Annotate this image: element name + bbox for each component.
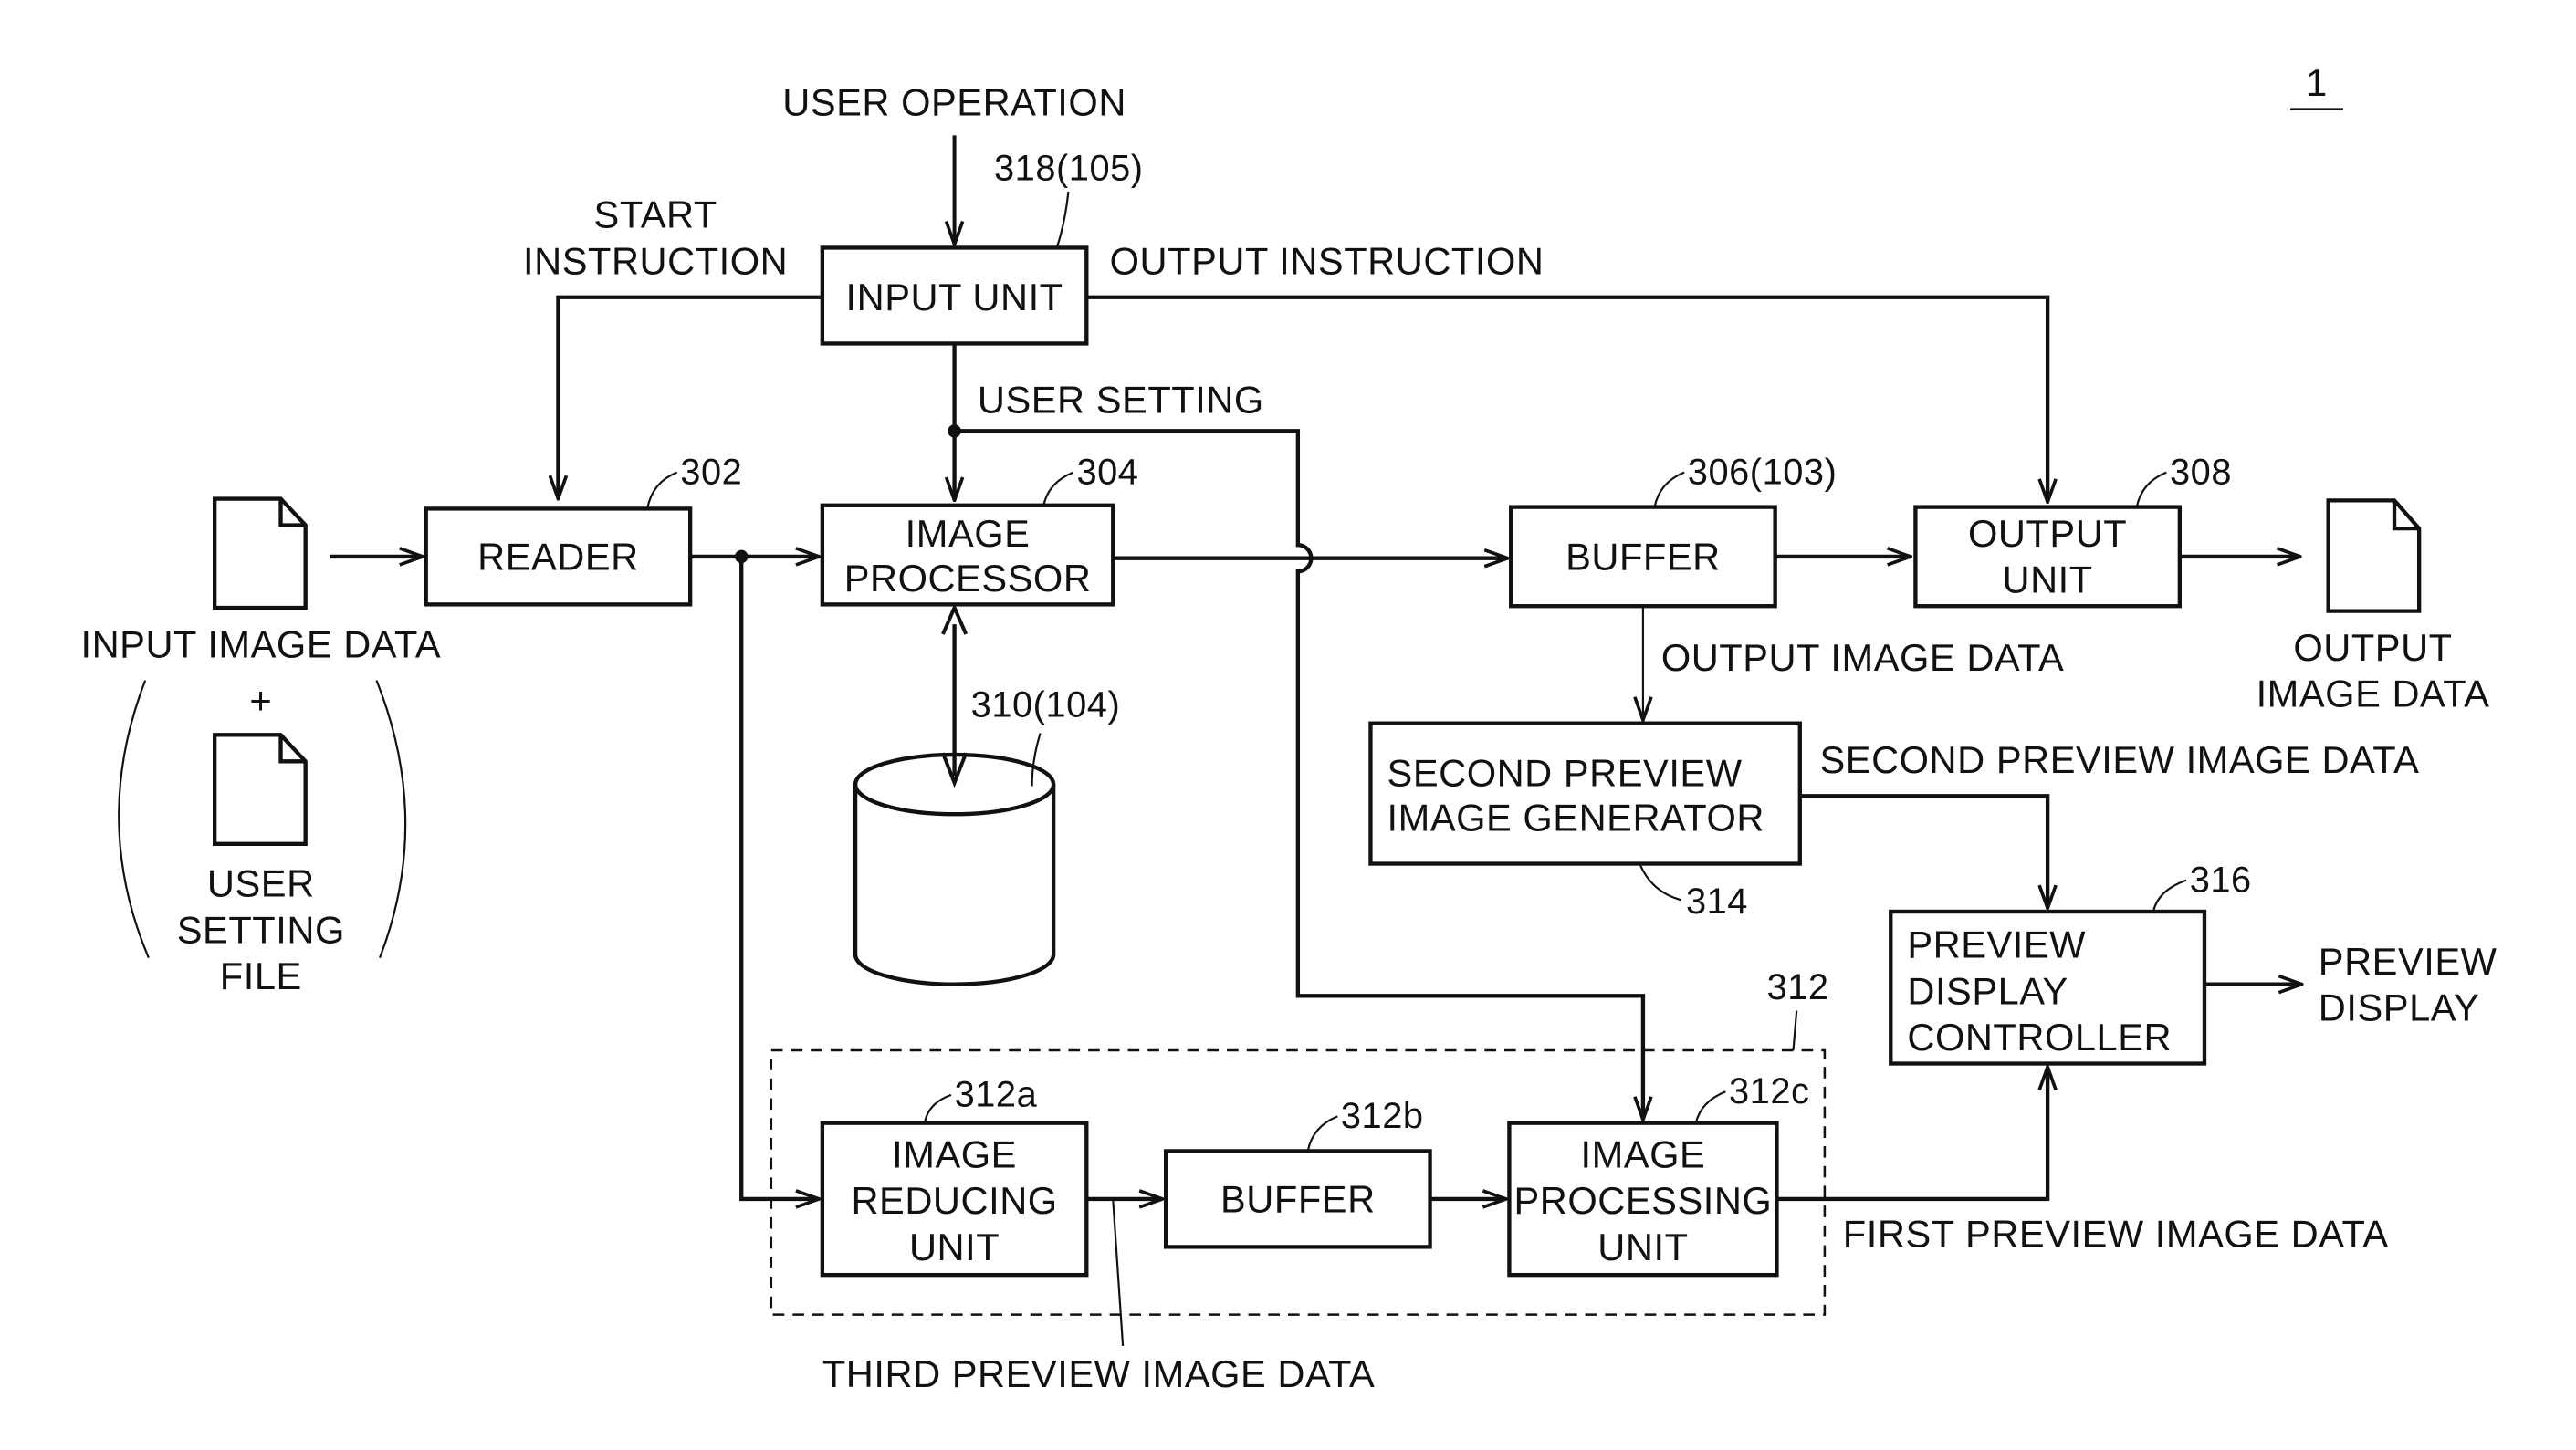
image-processor-label-2: PROCESSOR (844, 557, 1092, 600)
buffer-label: BUFFER (1565, 535, 1721, 578)
image-reducing-unit-block: IMAGE REDUCING UNIT (820, 1121, 1089, 1278)
second-preview-generator-label-1: SECOND PREVIEW (1387, 751, 1743, 794)
input-unit-ref: 318(105) (994, 148, 1144, 188)
image-processor-block: IMAGE PROCESSOR (820, 503, 1115, 607)
first-preview-group-ref: 312 (1767, 967, 1829, 1007)
start-instruction-label-1: START (594, 193, 717, 236)
buffer-ref-leader (1653, 471, 1685, 507)
reader-label: READER (477, 535, 639, 578)
preview-display-controller-label-3: CONTROLLER (1907, 1016, 2172, 1059)
output-unit-label-2: UNIT (2003, 558, 2093, 601)
reader-ref-leader (646, 471, 678, 509)
output-image-data-right-label-2: IMAGE DATA (2257, 673, 2490, 715)
preview-display-label-1: PREVIEW (2319, 940, 2497, 983)
user-setting-file-label-3: FILE (220, 954, 302, 997)
figure-label: 1 (2306, 61, 2328, 104)
image-reducing-unit-ref-leader (923, 1093, 952, 1123)
preview-display-controller-ref-leader (2152, 879, 2187, 913)
user-setting-file-label-1: USER (207, 862, 315, 905)
image-processing-unit-block: IMAGE PROCESSING UNIT (1507, 1121, 1779, 1278)
output-unit-block: OUTPUT UNIT (1913, 505, 2183, 609)
output-unit-label-1: OUTPUT (1968, 512, 2127, 555)
buffer-ref: 306(103) (1688, 452, 1838, 492)
storage-ref-leader (1031, 733, 1042, 787)
second-preview-generator-ref: 314 (1686, 881, 1748, 922)
output-unit-ref: 308 (2170, 452, 2232, 492)
reader-ref: 302 (680, 452, 742, 492)
preview-display-controller-block: PREVIEW DISPLAY CONTROLLER (1889, 909, 2207, 1066)
reader-block: READER (424, 506, 693, 607)
image-reducing-unit-label-1: IMAGE (892, 1133, 1017, 1176)
user-setting-file-icon (212, 733, 308, 846)
preview-display-controller-label-2: DISPLAY (1907, 969, 2068, 1012)
preview-display-controller-label-1: PREVIEW (1907, 923, 2086, 966)
group-buffer-block: BUFFER (1163, 1149, 1432, 1249)
second-preview-generator-label-2: IMAGE GENERATOR (1387, 796, 1764, 839)
first-preview-image-data-label: FIRST PREVIEW IMAGE DATA (1843, 1212, 2389, 1255)
image-processor-ref: 304 (1076, 452, 1138, 492)
input-image-data-label: INPUT IMAGE DATA (80, 622, 441, 665)
image-processing-unit-ref-leader (1694, 1090, 1726, 1123)
second-preview-image-data-label: SECOND PREVIEW IMAGE DATA (1819, 738, 2419, 781)
start-instruction-label-2: INSTRUCTION (523, 239, 788, 282)
group-buffer-label: BUFFER (1220, 1177, 1376, 1220)
buffer-block: BUFFER (1509, 505, 1777, 609)
third-preview-leader (1112, 1198, 1125, 1347)
second-preview-to-controller-arrow (1799, 794, 2047, 908)
output-image-data-right-label-1: OUTPUT (2293, 626, 2452, 669)
preview-display-controller-ref: 316 (2190, 860, 2252, 900)
user-setting-label: USER SETTING (978, 378, 1264, 421)
image-processor-ref-leader (1042, 471, 1074, 506)
second-preview-generator-block: SECOND PREVIEW IMAGE GENERATOR (1368, 721, 1802, 866)
preview-display-label-2: DISPLAY (2319, 986, 2479, 1028)
image-processor-label-1: IMAGE (906, 512, 1031, 555)
user-setting-file-label-2: SETTING (177, 908, 345, 951)
user-operation-label: USER OPERATION (782, 81, 1126, 124)
image-reducing-unit-label-3: UNIT (909, 1226, 1000, 1268)
image-reducing-unit-label-2: REDUCING (851, 1179, 1057, 1222)
first-preview-group-ref-leader (1792, 1010, 1798, 1051)
block-diagram: 1 USER OPERATION INPUT UNIT 318(105) STA… (80, 61, 2497, 1395)
storage-cylinder-icon (853, 752, 1056, 986)
image-processing-unit-label-1: IMAGE (1581, 1133, 1706, 1176)
output-unit-ref-leader (2135, 471, 2167, 507)
plus-sign: + (249, 679, 272, 722)
image-processing-unit-label-3: UNIT (1597, 1226, 1688, 1268)
storage-ref: 310(104) (971, 684, 1121, 725)
left-parenthesis (118, 680, 150, 959)
third-preview-image-data-label: THIRD PREVIEW IMAGE DATA (822, 1352, 1375, 1395)
group-buffer-ref: 312b (1341, 1096, 1424, 1136)
output-image-data-mid-label: OUTPUT IMAGE DATA (1661, 636, 2064, 679)
group-buffer-ref-leader (1306, 1115, 1338, 1152)
processing-to-controller-arrow (1776, 1067, 2047, 1202)
input-unit-ref-leader (1055, 191, 1070, 248)
reader-to-reducer-arrow (739, 556, 819, 1199)
second-preview-generator-ref-leader (1639, 863, 1681, 902)
input-image-document-icon (212, 496, 308, 610)
input-unit-block: INPUT UNIT (820, 245, 1089, 346)
image-processing-unit-label-2: PROCESSING (1514, 1179, 1773, 1222)
image-reducing-unit-ref: 312a (955, 1075, 1038, 1115)
input-unit-label: INPUT UNIT (846, 276, 1063, 318)
right-parenthesis (375, 680, 407, 959)
output-image-document-icon (2326, 498, 2422, 613)
image-processing-unit-ref: 312c (1729, 1071, 1809, 1111)
output-instruction-label: OUTPUT INSTRUCTION (1110, 239, 1545, 282)
